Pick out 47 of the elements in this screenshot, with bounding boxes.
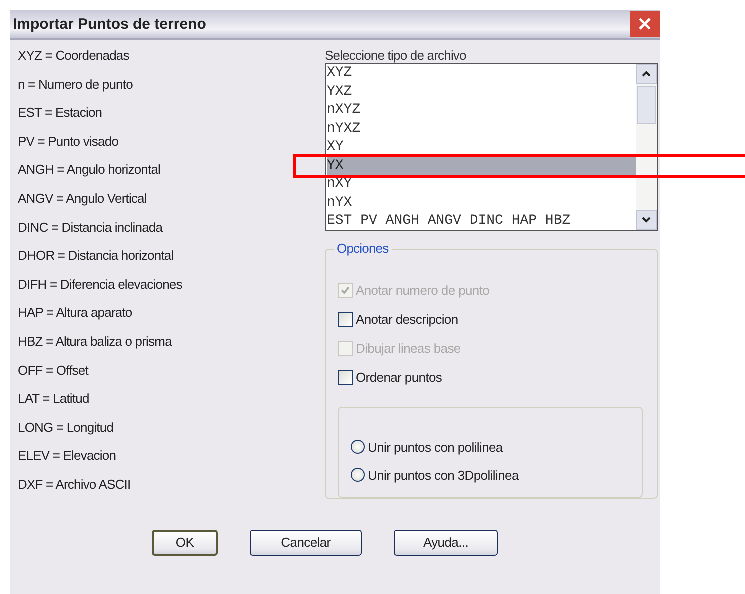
dialog-button[interactable]: Cancelar (250, 530, 362, 556)
legend-text: LONG = Longitud (18, 420, 115, 437)
legend-text: HBZ = Altura baliza o prisma (18, 334, 174, 351)
list-item[interactable]: YXZ (327, 82, 636, 101)
list-label: Seleccione tipo de archivo (325, 48, 468, 63)
legend-text: DXF = Archivo ASCII (18, 476, 132, 494)
legend-text: ANGV = Angulo Vertical (18, 190, 148, 208)
legend-text: PV = Punto visado (18, 134, 120, 151)
legend-text: OFF = Offset (18, 362, 90, 380)
close-icon (638, 17, 652, 31)
legend-text: HAP = Altura aparato (18, 305, 134, 322)
window-title: Importar Puntos de terreno (12, 16, 206, 32)
list-item[interactable]: XY (327, 138, 636, 156)
checkbox[interactable] (338, 370, 353, 386)
radio-label[interactable]: Unir puntos con 3Dpolilinea (368, 468, 519, 483)
list-item[interactable]: nYXZ (327, 120, 636, 138)
list-item[interactable]: YX (327, 156, 636, 175)
file-type-list[interactable]: XYZ YXZ nXYZ nYXZ XY YX nXY nYX EST PV ANGH ANGV DINC HAP HBZ (325, 63, 658, 231)
checkbox-label[interactable]: Ordenar puntos (356, 370, 442, 386)
legend-text: XYZ = Coordenadas (18, 48, 130, 65)
scroll-down-button[interactable] (636, 210, 657, 230)
scroll-thumb[interactable] (637, 86, 656, 124)
scroll-up-button[interactable] (636, 64, 657, 84)
list-item[interactable]: nXY (327, 175, 636, 194)
legend-text: ELEV = Elevacion (18, 448, 118, 466)
dialog-button[interactable]: OK (152, 530, 218, 556)
checkbox[interactable] (338, 312, 353, 328)
legend-text: DIFH = Diferencia elevaciones (18, 276, 184, 294)
radio-button[interactable] (351, 468, 365, 482)
legend-text: EST = Estacion (18, 105, 104, 122)
radio-button[interactable] (351, 440, 365, 454)
legend-text: ANGH = Angulo horizontal (18, 162, 162, 180)
checkbox-label[interactable]: Anotar descripcion (356, 312, 458, 328)
list-item[interactable]: XYZ (327, 64, 636, 82)
close-button[interactable] (630, 11, 660, 37)
legend-text: LAT = Latitud (18, 391, 90, 408)
list-item[interactable]: nYX (327, 194, 636, 212)
radio-label[interactable]: Unir puntos con polilinea (368, 440, 503, 455)
list-item[interactable]: EST PV ANGH ANGV DINC HAP HBZ (327, 212, 636, 230)
group-title: Opciones (334, 241, 392, 256)
scrollbar[interactable] (636, 64, 657, 230)
legend-text: DHOR = Distancia horizontal (18, 248, 175, 266)
dialog-button[interactable]: Ayuda... (394, 530, 498, 556)
legend-text: DINC = Distancia inclinada (18, 220, 164, 237)
list-item[interactable]: nXYZ (327, 101, 636, 120)
legend-text: n = Numero de punto (18, 76, 134, 94)
checkmark-icon (340, 285, 351, 296)
